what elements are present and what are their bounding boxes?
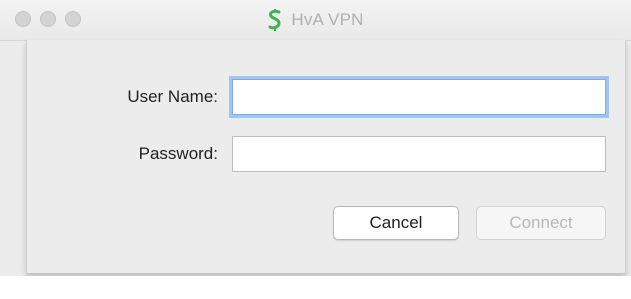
background-area — [0, 276, 631, 299]
vpn-login-window: HvA VPN User Name: Password: Cancel Conn… — [0, 0, 631, 299]
cancel-button[interactable]: Cancel — [333, 206, 459, 240]
password-label: Password: — [138, 144, 218, 163]
hva-vpn-logo-icon — [267, 8, 283, 32]
window-title: HvA VPN — [0, 0, 631, 40]
connect-button[interactable]: Connect — [476, 206, 606, 240]
window-title-text: HvA VPN — [291, 10, 364, 29]
password-input[interactable] — [232, 136, 606, 172]
username-label: User Name: — [127, 87, 218, 106]
username-input[interactable] — [232, 79, 606, 115]
title-bar: HvA VPN — [0, 0, 631, 41]
